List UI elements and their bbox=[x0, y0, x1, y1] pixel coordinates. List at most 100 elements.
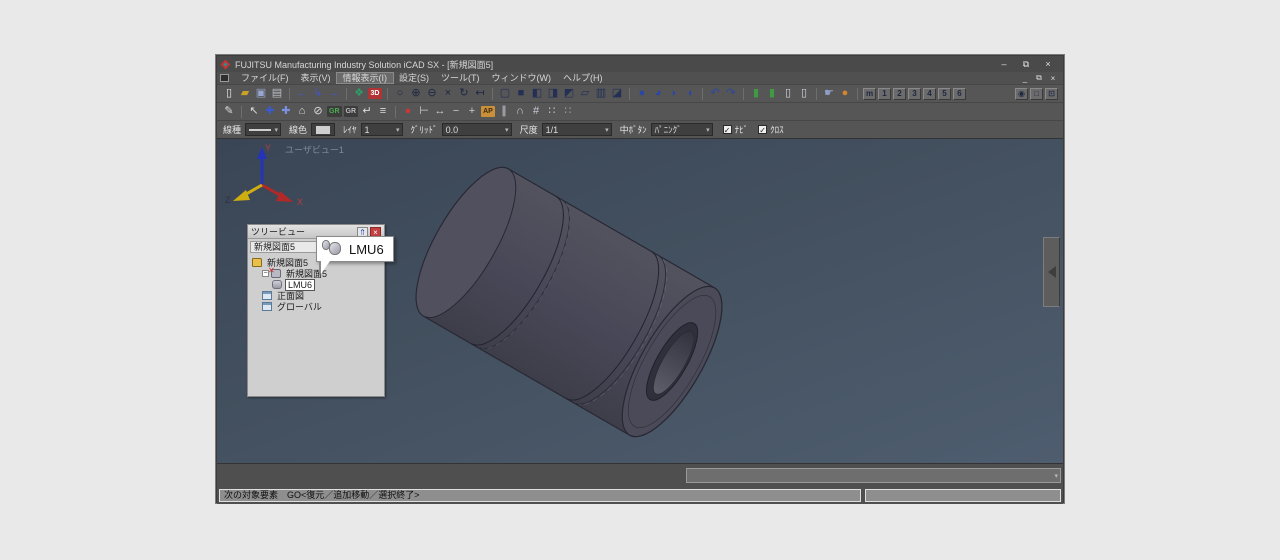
mdi-close-button[interactable]: × bbox=[1046, 73, 1060, 83]
return-icon[interactable]: ↵ bbox=[360, 105, 374, 119]
3d-model-lmu6[interactable] bbox=[397, 154, 740, 450]
scale-combo[interactable]: 1/1 ▾ bbox=[542, 123, 612, 136]
wire-cylinder-1-icon[interactable]: ▯ bbox=[781, 87, 795, 101]
tree-item-label[interactable]: LMU6 bbox=[285, 279, 315, 291]
tree-item[interactable]: −新規図面5 bbox=[252, 268, 384, 279]
snap-offset-icon[interactable]: − bbox=[449, 105, 463, 119]
close-panel-button[interactable]: × bbox=[370, 227, 381, 237]
mdi-minimize-button[interactable]: _ bbox=[1018, 73, 1032, 83]
menu-item[interactable]: 設定(S) bbox=[393, 73, 435, 83]
undo-icon[interactable]: ↶ bbox=[708, 87, 722, 101]
new-file-icon[interactable]: ▯ bbox=[222, 87, 236, 101]
mdi-restore-button[interactable]: ⧉ bbox=[1032, 73, 1046, 83]
snap-grid-icon[interactable]: ∷ bbox=[545, 105, 559, 119]
menu-item[interactable]: ウィンドウ(W) bbox=[486, 73, 558, 83]
group-on-icon[interactable]: GR bbox=[327, 106, 342, 117]
view-shaded-icon[interactable]: ■ bbox=[514, 87, 528, 101]
redraw-icon[interactable]: ↻ bbox=[457, 87, 471, 101]
collapse-panel-button[interactable]: ⇑ bbox=[357, 227, 368, 237]
redo-icon[interactable]: ↷ bbox=[724, 87, 738, 101]
window-2-button[interactable]: 2 bbox=[893, 88, 906, 100]
window-1-button[interactable]: 1 bbox=[878, 88, 891, 100]
snap-end-point-icon[interactable]: ⊢ bbox=[417, 105, 431, 119]
fit-screen-icon[interactable]: ◉ bbox=[1015, 88, 1028, 100]
save-icon[interactable]: ▣ bbox=[254, 87, 268, 101]
snap-auto-point-icon[interactable]: AP bbox=[481, 106, 495, 117]
lock-icon[interactable]: ● bbox=[838, 87, 852, 101]
forward-icon[interactable]: → bbox=[327, 87, 341, 101]
3d-viewport[interactable]: ユーザビュー1 bbox=[217, 138, 1063, 463]
snap-parallel-icon[interactable]: ∥ bbox=[497, 105, 511, 119]
close-button[interactable]: × bbox=[1037, 58, 1059, 70]
list-icon[interactable]: ≡ bbox=[376, 105, 390, 119]
snap-free-point-icon[interactable]: ● bbox=[401, 105, 415, 119]
solid-cylinder-2-icon[interactable]: ▮ bbox=[765, 87, 779, 101]
expand-panel-tab[interactable] bbox=[1043, 237, 1060, 307]
center-view-icon[interactable]: ⊡ bbox=[1045, 88, 1058, 100]
snap-grid-10-icon[interactable]: # bbox=[529, 105, 543, 119]
zoom-out-icon[interactable]: ⊖ bbox=[425, 87, 439, 101]
grid-combo[interactable]: 0.0 ▾ bbox=[442, 123, 512, 136]
mdi-system-menu-icon[interactable] bbox=[220, 74, 229, 82]
shading-mode-3-icon[interactable]: ◗ bbox=[667, 87, 681, 101]
restore-button[interactable]: ⧉ bbox=[1015, 58, 1037, 70]
hand-select-icon[interactable]: ☛ bbox=[822, 87, 836, 101]
menu-item[interactable]: 表示(V) bbox=[295, 73, 337, 83]
shading-mode-2-icon[interactable]: ◕ bbox=[651, 87, 665, 101]
globe-icon[interactable]: ❖ bbox=[352, 87, 366, 101]
shading-mode-1-icon[interactable]: ● bbox=[635, 87, 649, 101]
menu-item[interactable]: ヘルプ(H) bbox=[557, 73, 609, 83]
snap-arc-point-icon[interactable]: ∩ bbox=[513, 105, 527, 119]
minimize-button[interactable]: – bbox=[993, 58, 1015, 70]
view-plane-icon[interactable]: ▱ bbox=[578, 87, 592, 101]
command-history-combo[interactable]: ▾ bbox=[686, 468, 1061, 483]
menu-item[interactable]: ツール(T) bbox=[435, 73, 486, 83]
branch-icon[interactable]: ↳ bbox=[311, 87, 325, 101]
print-icon[interactable]: ▤ bbox=[270, 87, 284, 101]
line-type-combo[interactable]: ▾ bbox=[245, 123, 281, 136]
navi-checkbox[interactable]: ✓ ﾅﾋﾞ bbox=[723, 123, 749, 136]
pick-element-icon[interactable]: ✎ bbox=[222, 105, 236, 119]
snap-intersection-icon[interactable]: + bbox=[465, 105, 479, 119]
erase-icon[interactable]: ⊘ bbox=[311, 105, 325, 119]
view-sketch-icon[interactable]: ▥ bbox=[594, 87, 608, 101]
snap-grid-fine-icon[interactable]: ∷ bbox=[561, 105, 575, 119]
zoom-in-icon[interactable]: ⊕ bbox=[409, 87, 423, 101]
tree-item[interactable]: グローバル bbox=[252, 301, 384, 312]
window-3-button[interactable]: 3 bbox=[908, 88, 921, 100]
menu-item[interactable]: ファイル(F) bbox=[235, 73, 295, 83]
view-half-icon[interactable]: ◨ bbox=[546, 87, 560, 101]
group-off-icon[interactable]: GR bbox=[344, 106, 359, 117]
solid-cylinder-1-icon[interactable]: ▮ bbox=[749, 87, 763, 101]
polygon-icon[interactable]: ⌂ bbox=[295, 105, 309, 119]
cross-checkbox[interactable]: ✓ ｸﾛｽ bbox=[758, 123, 784, 136]
tree-item-label[interactable]: グローバル bbox=[275, 302, 324, 312]
convert-3d-icon[interactable]: 3D bbox=[368, 88, 382, 99]
move-xy-icon[interactable]: ✚ bbox=[263, 105, 277, 119]
window-4-button[interactable]: 4 bbox=[923, 88, 936, 100]
wire-cylinder-2-icon[interactable]: ▯ bbox=[797, 87, 811, 101]
view-section-icon[interactable]: ◩ bbox=[562, 87, 576, 101]
line-color-swatch[interactable] bbox=[311, 123, 335, 136]
open-file-icon[interactable]: ▰ bbox=[238, 87, 252, 101]
menu-item[interactable]: 情報表示(I) bbox=[337, 73, 394, 83]
zoom-previous-icon[interactable]: ↤ bbox=[473, 87, 487, 101]
view-points-icon[interactable]: ◪ bbox=[610, 87, 624, 101]
tree-item[interactable]: 正面図 bbox=[252, 290, 384, 301]
view-wireframe-icon[interactable]: ▢ bbox=[498, 87, 512, 101]
snap-mid-point-icon[interactable]: ↔ bbox=[433, 105, 447, 119]
move-copy-icon[interactable]: ✚ bbox=[279, 105, 293, 119]
window-6-button[interactable]: 6 bbox=[953, 88, 966, 100]
zoom-icon[interactable]: ○ bbox=[393, 87, 407, 101]
tree-item-label[interactable]: 正面図 bbox=[275, 291, 306, 301]
window-m-button[interactable]: m bbox=[863, 88, 876, 100]
full-window-icon[interactable]: □ bbox=[1030, 88, 1043, 100]
zoom-cancel-icon[interactable]: × bbox=[441, 87, 455, 101]
select-arrow-icon[interactable]: ↖ bbox=[247, 105, 261, 119]
back-icon[interactable]: ← bbox=[295, 87, 309, 101]
title-bar[interactable]: FUJITSU Manufacturing Industry Solution … bbox=[217, 56, 1063, 72]
shading-mode-4-icon[interactable]: ◖ bbox=[683, 87, 697, 101]
view-hidden-line-icon[interactable]: ◧ bbox=[530, 87, 544, 101]
window-5-button[interactable]: 5 bbox=[938, 88, 951, 100]
middle-button-combo[interactable]: ﾊﾟﾆﾝｸﾞ ▾ bbox=[651, 123, 713, 136]
